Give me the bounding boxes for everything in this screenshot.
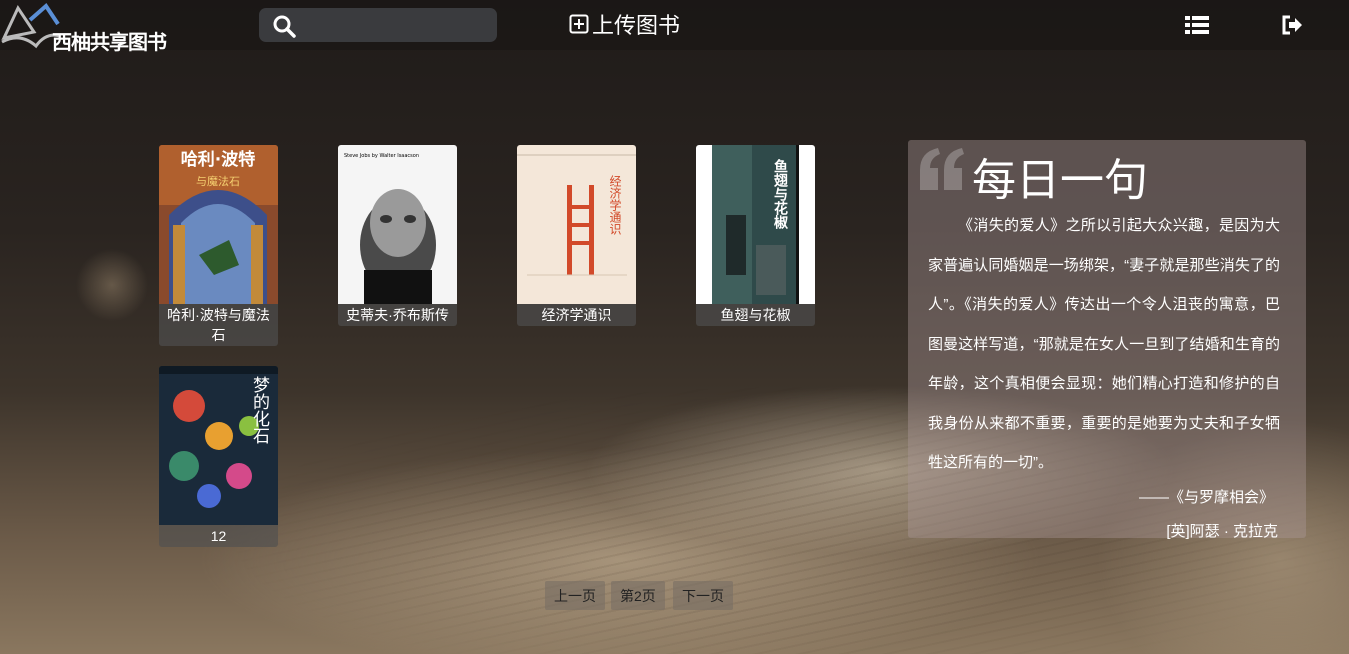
quote-mark-icon	[920, 148, 964, 190]
book-cover: 梦的化石	[159, 366, 278, 525]
book-logo-icon	[1, 2, 61, 49]
plus-square-icon	[569, 14, 589, 34]
book-title[interactable]: 经济学通识	[517, 304, 636, 326]
search-icon[interactable]	[272, 14, 296, 38]
quote-source: ——《与罗摩相会》	[1138, 489, 1274, 506]
book-card[interactable]: 哈利·波特 与魔法石 哈利·波特与魔法石	[159, 145, 278, 346]
book-cover: 哈利·波特 与魔法石	[159, 145, 278, 304]
book-cover: 鱼翅与花椒	[696, 145, 815, 304]
search-box[interactable]	[259, 8, 497, 42]
book-cover: Steve Jobs by Walter Isaacson	[338, 145, 457, 304]
upload-book-button[interactable]: 上传图书	[569, 10, 680, 38]
upload-label: 上传图书	[592, 13, 681, 38]
book-card[interactable]: Steve Jobs by Walter Isaacson 史蒂夫·乔布斯传	[338, 145, 457, 326]
logo-text: 西柚共享图书	[52, 30, 167, 54]
current-page-button[interactable]: 第2页	[611, 581, 665, 610]
daily-quote-panel: 每日一句 《消失的爱人》之所以引起大众兴趣，是因为大家普遍认同婚姻是一场绑架，“…	[908, 140, 1306, 540]
book-title[interactable]: 哈利·波特与魔法石	[159, 304, 278, 346]
book-card[interactable]: 经济学通识 经济学通识	[517, 145, 636, 326]
quote-heading: 每日一句	[972, 155, 1148, 206]
logout-icon[interactable]	[1281, 14, 1303, 36]
prev-page-button[interactable]: 上一页	[545, 581, 605, 610]
list-icon[interactable]	[1185, 14, 1209, 36]
cover-title: 经济学通识	[608, 175, 622, 235]
next-page-button[interactable]: 下一页	[673, 581, 733, 610]
search-input[interactable]	[301, 14, 490, 38]
cover-title: 鱼翅与花椒	[772, 158, 789, 230]
book-cover: 经济学通识	[517, 145, 636, 304]
book-card[interactable]: 鱼翅与花椒 鱼翅与花椒	[696, 145, 815, 326]
cover-title: 梦的化石	[249, 376, 270, 444]
book-title[interactable]: 12	[159, 525, 278, 547]
cover-subtitle: 与魔法石	[196, 174, 240, 188]
book-title[interactable]: 史蒂夫·乔布斯传	[338, 304, 457, 326]
book-title[interactable]: 鱼翅与花椒	[696, 304, 815, 326]
top-bar: 西柚共享图书 上传图书	[0, 0, 1349, 54]
logo[interactable]: 西柚共享图书	[0, 2, 175, 54]
book-card[interactable]: 梦的化石 12	[159, 366, 278, 547]
quote-author: [英]阿瑟 · 克拉克	[1166, 523, 1278, 540]
cover-title: Steve Jobs by Walter Isaacson	[344, 153, 419, 159]
quote-body: 《消失的爱人》之所以引起大众兴趣，是因为大家普遍认同婚姻是一场绑架，“妻子就是那…	[928, 217, 1280, 471]
cover-title: 哈利·波特	[181, 149, 255, 170]
